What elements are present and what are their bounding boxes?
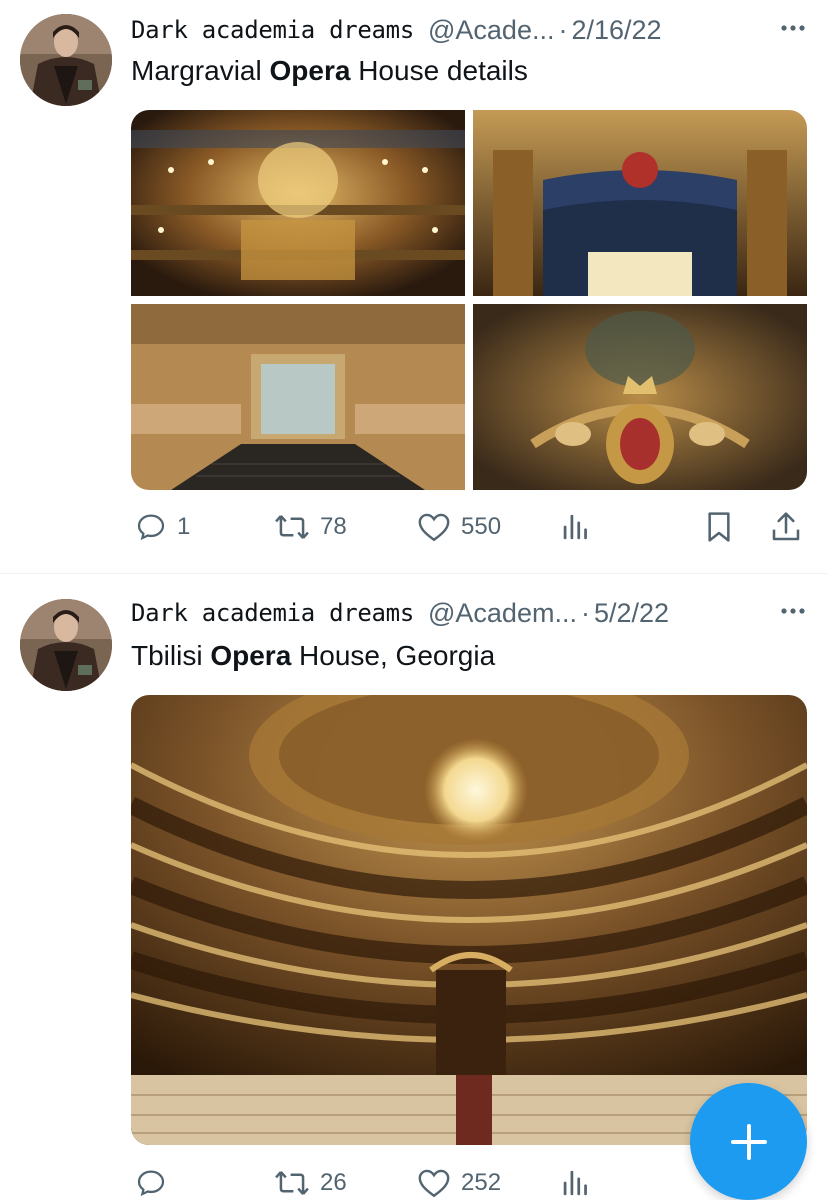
avatar[interactable]	[20, 599, 112, 691]
user-handle[interactable]: @Acade...	[428, 15, 554, 46]
views-button[interactable]	[561, 507, 591, 547]
more-horizontal-icon[interactable]	[773, 594, 813, 628]
tweet[interactable]: Dark academia dreams @Acade... · 2/16/22…	[0, 0, 827, 574]
tweet-text-highlight: Opera	[269, 55, 351, 86]
share-icon	[772, 512, 800, 541]
reply-count: 1	[177, 513, 191, 540]
retweet-icon	[275, 1171, 309, 1195]
avatar[interactable]	[20, 14, 112, 106]
retweet-count: 78	[320, 513, 347, 540]
more-horizontal-icon[interactable]	[773, 11, 813, 45]
media-image[interactable]	[131, 110, 465, 296]
tweet-text: Margravial Opera House details	[131, 55, 528, 87]
retweet-icon	[275, 515, 309, 539]
tweet-text-start: Tbilisi	[131, 640, 211, 671]
retweet-button[interactable]: 26	[274, 1163, 347, 1200]
separator-dot: ·	[558, 14, 568, 45]
tweet-text-end: House, Georgia	[291, 640, 496, 671]
share-button[interactable]	[771, 507, 801, 547]
like-button[interactable]: 550	[417, 507, 501, 547]
display-name[interactable]: Dark academia dreams	[131, 16, 414, 44]
tweet-text-start: Margravial	[131, 55, 270, 86]
reply-button[interactable]: 1	[135, 507, 190, 547]
media-image[interactable]	[473, 304, 807, 490]
media-image[interactable]	[473, 110, 807, 296]
tweet-text-end: House details	[350, 55, 528, 86]
reply-icon	[137, 514, 165, 541]
media-image[interactable]	[131, 695, 807, 1145]
display-name[interactable]: Dark academia dreams	[131, 599, 414, 627]
bookmark-button[interactable]	[705, 507, 733, 547]
tweet-date[interactable]: 5/2/22	[594, 598, 669, 629]
views-chart-icon	[563, 1170, 587, 1196]
separator-dot: ·	[580, 597, 590, 628]
user-handle[interactable]: @Academ...	[428, 598, 577, 629]
tweet-text-highlight: Opera	[210, 640, 292, 671]
reply-button[interactable]	[135, 1163, 177, 1200]
reply-icon	[137, 1170, 165, 1197]
tweet-actions: 1 78 550	[131, 507, 811, 547]
retweet-count: 26	[320, 1169, 347, 1196]
retweet-button[interactable]: 78	[274, 507, 347, 547]
plus-icon	[730, 1123, 767, 1160]
like-count: 252	[461, 1169, 502, 1196]
views-button[interactable]	[561, 1163, 591, 1200]
compose-button[interactable]	[690, 1083, 807, 1200]
tweet-text: Tbilisi Opera House, Georgia	[131, 640, 495, 672]
views-chart-icon	[563, 514, 587, 540]
heart-icon	[418, 1169, 450, 1198]
like-count: 550	[461, 513, 502, 540]
media-grid[interactable]	[131, 110, 807, 490]
heart-icon	[418, 513, 450, 542]
media-image[interactable]	[131, 304, 465, 490]
bookmark-icon	[708, 512, 730, 542]
tweet-date[interactable]: 2/16/22	[571, 15, 661, 46]
like-button[interactable]: 252	[417, 1163, 501, 1200]
